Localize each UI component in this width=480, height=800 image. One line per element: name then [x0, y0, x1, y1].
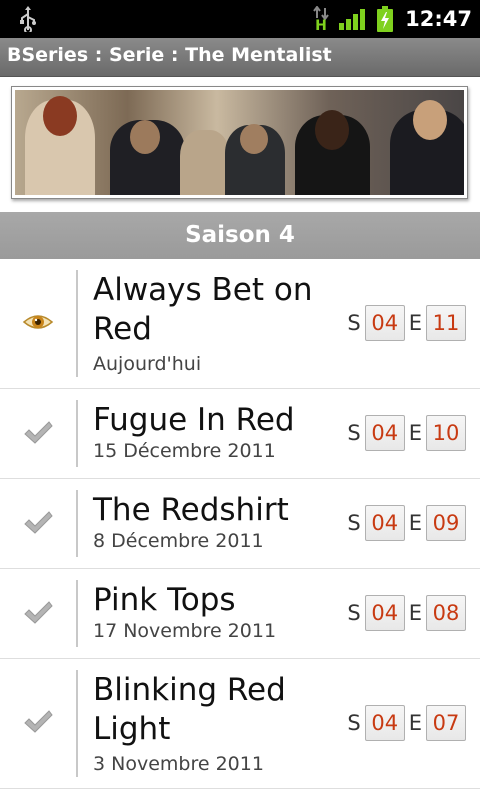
season-letter: S [347, 421, 361, 445]
eye-icon[interactable] [22, 306, 54, 338]
episode-list: Always Bet on Red Aujourd'hui S 04 E 11 … [0, 259, 480, 789]
divider [76, 400, 78, 467]
episode-letter: E [408, 601, 422, 625]
episode-letter: E [408, 421, 422, 445]
app-title: BSeries : Serie : The Mentalist [7, 44, 332, 66]
checkmark-icon[interactable] [22, 597, 54, 629]
show-banner[interactable] [11, 86, 468, 199]
season-number: 04 [364, 705, 405, 741]
divider [76, 490, 78, 557]
episode-info: The Redshirt 8 Décembre 2011 [93, 491, 289, 552]
season-header[interactable]: Saison 4 [0, 212, 480, 259]
data-arrows-icon: H [313, 4, 329, 34]
season-letter: S [347, 311, 361, 335]
episode-number: 11 [426, 305, 466, 341]
network-type-label: H [315, 18, 327, 34]
list-item[interactable]: Always Bet on Red Aujourd'hui S 04 E 11 [0, 259, 480, 389]
banner-area [0, 77, 480, 212]
status-bar: H 12:47 [0, 0, 480, 38]
episode-letter: E [408, 311, 422, 335]
title-bar: BSeries : Serie : The Mentalist [0, 38, 480, 77]
episode-number: 07 [426, 705, 466, 741]
divider [76, 580, 78, 647]
season-letter: S [347, 601, 361, 625]
episode-letter: E [408, 511, 422, 535]
episode-info: Fugue In Red 15 Décembre 2011 [93, 401, 295, 462]
divider [76, 670, 78, 777]
list-item[interactable]: Fugue In Red 15 Décembre 2011 S 04 E 10 [0, 389, 480, 479]
season-number: 04 [364, 305, 405, 341]
season-letter: S [347, 711, 361, 735]
episode-date: 3 Novembre 2011 [93, 753, 264, 775]
list-item[interactable]: Blinking Red Light 3 Novembre 2011 S 04 … [0, 659, 480, 789]
list-item[interactable]: Pink Tops 17 Novembre 2011 S 04 E 08 [0, 569, 480, 659]
checkmark-icon[interactable] [22, 507, 54, 539]
season-episode: S 04 E 07 [347, 705, 466, 741]
checkmark-icon[interactable] [22, 706, 54, 738]
list-item[interactable]: The Redshirt 8 Décembre 2011 S 04 E 09 [0, 479, 480, 569]
episode-info: Always Bet on Red Aujourd'hui [93, 271, 328, 375]
season-label: Saison 4 [185, 222, 295, 248]
clock: 12:47 [405, 7, 472, 31]
episode-title: Always Bet on Red [93, 272, 313, 347]
divider [76, 270, 78, 377]
season-number: 04 [364, 505, 405, 541]
episode-title: Blinking Red Light [93, 672, 286, 747]
episode-number: 10 [426, 415, 466, 451]
episode-title: Fugue In Red [93, 402, 295, 438]
episode-info: Pink Tops 17 Novembre 2011 [93, 581, 276, 642]
episode-number: 09 [426, 505, 466, 541]
show-banner-image [15, 90, 464, 195]
season-episode: S 04 E 09 [347, 505, 466, 541]
episode-number: 08 [426, 595, 466, 631]
episode-date: 15 Décembre 2011 [93, 440, 276, 462]
episode-title: The Redshirt [93, 492, 289, 528]
season-episode: S 04 E 11 [347, 305, 466, 341]
episode-date: Aujourd'hui [93, 353, 202, 375]
usb-icon [20, 6, 36, 32]
episode-title: Pink Tops [93, 582, 236, 618]
battery-charging-icon [377, 6, 394, 32]
episode-date: 8 Décembre 2011 [93, 530, 264, 552]
season-number: 04 [364, 595, 405, 631]
episode-info: Blinking Red Light 3 Novembre 2011 [93, 671, 328, 775]
episode-date: 17 Novembre 2011 [93, 620, 277, 642]
signal-icon [339, 8, 367, 30]
season-number: 04 [364, 415, 405, 451]
season-letter: S [347, 511, 361, 535]
season-episode: S 04 E 08 [347, 595, 466, 631]
season-episode: S 04 E 10 [347, 415, 466, 451]
episode-letter: E [408, 711, 422, 735]
checkmark-icon[interactable] [22, 417, 54, 449]
